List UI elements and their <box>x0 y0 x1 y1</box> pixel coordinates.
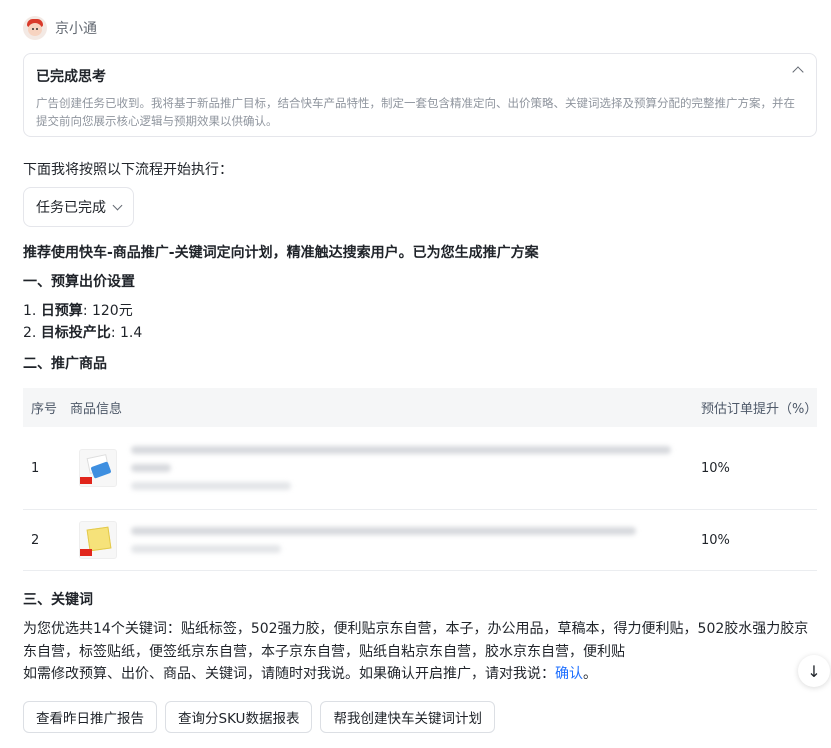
thinking-title: 已完成思考 <box>36 69 106 85</box>
product-info <box>70 521 701 559</box>
action-create-plan[interactable]: 帮我创建快车关键词计划 <box>320 701 495 733</box>
budget-item: 1. 日预算: 120元 <box>23 300 142 322</box>
roi-item: 2. 目标投产比: 1.4 <box>23 322 142 344</box>
task-status-dropdown[interactable]: 任务已完成 <box>23 187 134 227</box>
row-seq: 2 <box>31 532 40 548</box>
scroll-down-button[interactable]: ↓ <box>798 655 830 687</box>
agent-avatar <box>23 16 47 40</box>
confirm-line: 如需修改预算、出价、商品、关键词，请随时对我说。如果确认开启推广，请对我说：确认… <box>23 663 817 686</box>
action-yesterday-report[interactable]: 查看昨日推广报告 <box>23 701 157 733</box>
section2-title: 二、推广商品 <box>23 356 107 372</box>
thinking-body: 广告创建任务已收到。我将基于新品推广目标，结合快车产品特性，制定一套包含精准定向… <box>36 96 795 128</box>
row-pred: 10% <box>701 532 730 548</box>
product-image[interactable] <box>79 449 117 487</box>
action-sku-report[interactable]: 查询分SKU数据报表 <box>165 701 313 733</box>
recommendation-text: 推荐使用快车-商品推广-关键词定向计划，精准触达搜索用户。已为您生成推广方案 <box>23 245 539 261</box>
header-seq: 序号 <box>31 402 58 417</box>
product-info <box>70 446 701 490</box>
table-row[interactable]: 1 10% <box>23 427 817 510</box>
confirm-link[interactable]: 确认 <box>555 666 583 682</box>
product-text-blurred <box>131 446 671 490</box>
confirm-suffix: 。 <box>583 666 597 682</box>
item-value: : 120元 <box>82 303 133 319</box>
product-image[interactable] <box>79 521 117 559</box>
arrow-down-icon: ↓ <box>807 661 821 681</box>
item-number: 2. <box>23 325 37 341</box>
chevron-down-icon <box>112 200 123 210</box>
budget-list: 1. 日预算: 120元 2. 目标投产比: 1.4 <box>23 300 142 344</box>
product-table: 序号 商品信息 预估订单提升（%） 1 10% 2 10% <box>23 388 817 571</box>
thinking-panel[interactable]: 已完成思考 广告创建任务已收到。我将基于新品推广目标，结合快车产品特性，制定一套… <box>23 53 817 137</box>
product-text-blurred <box>131 527 636 553</box>
keywords-block: 为您优选共14个关键词：贴纸标签，502强力胶，便利贴京东自营，本子，办公用品，… <box>23 618 817 686</box>
section3-title: 三、关键词 <box>23 592 93 608</box>
section1-title: 一、预算出价设置 <box>23 274 135 290</box>
row-seq: 1 <box>31 460 40 476</box>
agent-header: 京小通 <box>23 16 97 40</box>
header-info: 商品信息 <box>70 402 123 417</box>
item-number: 1. <box>23 303 37 319</box>
table-header: 序号 商品信息 预估订单提升（%） <box>23 388 817 427</box>
item-label: 日预算 <box>40 303 83 319</box>
flow-intro: 下面我将按照以下流程开始执行： <box>23 162 233 178</box>
table-row[interactable]: 2 10% <box>23 510 817 571</box>
task-status-label: 任务已完成 <box>36 200 106 216</box>
confirm-prefix: 如需修改预算、出价、商品、关键词，请随时对我说。如果确认开启推广，请对我说： <box>23 666 555 682</box>
agent-name: 京小通 <box>55 21 97 37</box>
row-pred: 10% <box>701 460 730 476</box>
item-label: 目标投产比 <box>40 325 111 341</box>
suggested-actions: 查看昨日推广报告 查询分SKU数据报表 帮我创建快车关键词计划 <box>23 701 495 733</box>
item-value: : 1.4 <box>110 325 143 341</box>
header-pred: 预估订单提升（%） <box>701 402 818 417</box>
keywords-text: 为您优选共14个关键词：贴纸标签，502强力胶，便利贴京东自营，本子，办公用品，… <box>23 621 809 660</box>
